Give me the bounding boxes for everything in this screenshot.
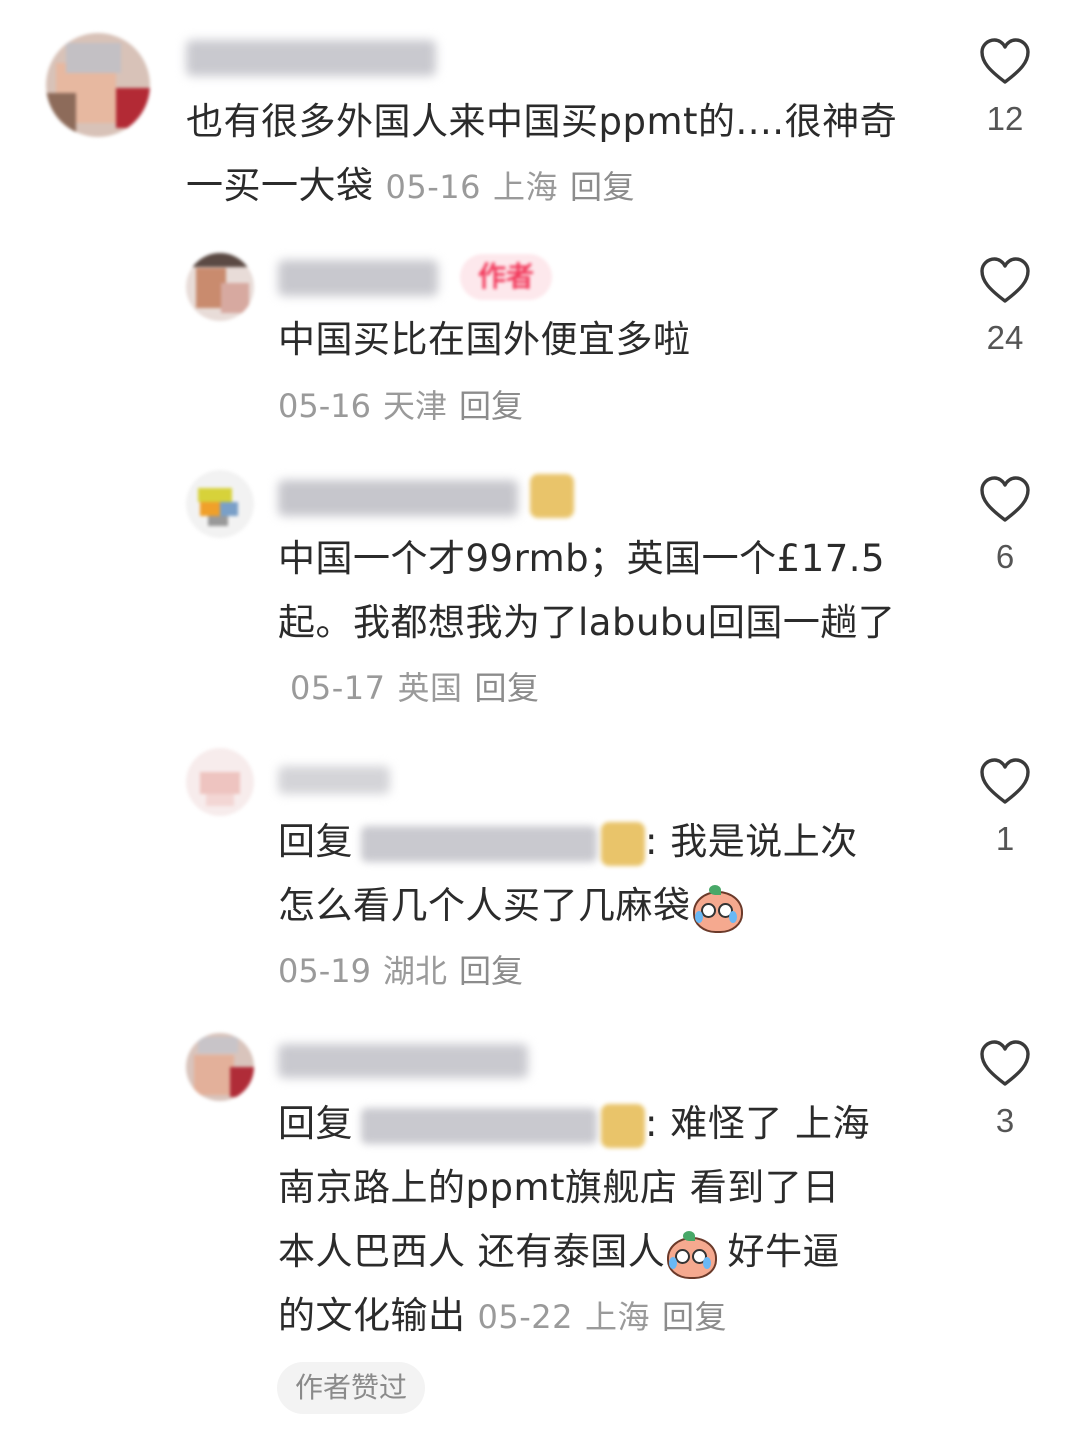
comment-content: 中国一个才99rmb；英国一个£17.5起。我都想我为了labubu回国一趟了 xyxy=(278,537,896,644)
comment-content: : 难怪了 上海 xyxy=(645,1102,870,1145)
like-button[interactable]: 24 xyxy=(975,257,1035,357)
comment-location: 湖北 xyxy=(382,952,447,990)
comment-content: : 我是说上次 xyxy=(645,820,858,863)
username-redacted[interactable] xyxy=(278,766,390,794)
emoji-redacted xyxy=(601,1103,645,1148)
loudly-crying-emoji-icon xyxy=(691,884,743,933)
author-badge: 作者 xyxy=(460,254,552,300)
avatar[interactable] xyxy=(186,748,254,816)
comment-text: 中国买比在国外便宜多啦 xyxy=(278,308,918,372)
comment-content: 中国买比在国外便宜多啦 xyxy=(278,318,691,361)
comment-content: 的文化输出 xyxy=(278,1294,466,1337)
comment-meta: 05-19 湖北 回复 xyxy=(278,951,535,991)
like-count: 3 xyxy=(995,1102,1015,1139)
reply-button[interactable]: 回复 xyxy=(459,387,523,425)
heart-outline-icon xyxy=(980,476,1030,522)
mentioned-user-redacted[interactable] xyxy=(361,1107,597,1144)
comment-location: 天津 xyxy=(382,387,447,425)
comment-meta: 05-16 天津 回复 xyxy=(278,386,535,426)
comment-location: 上海 xyxy=(492,168,558,206)
comment-text: 也有很多外国人来中国买ppmt的....很神奇 一买一大袋 05-16 上海 回复 xyxy=(186,90,926,219)
username-redacted[interactable] xyxy=(186,40,436,76)
like-count: 6 xyxy=(995,538,1015,575)
like-count: 1 xyxy=(995,820,1015,857)
comment-date: 05-16 xyxy=(385,168,481,206)
comment-content: 南京路上的ppmt旗舰店 看到了日 xyxy=(278,1166,840,1209)
comment-text: 中国一个才99rmb；英国一个£17.5起。我都想我为了labubu回国一趟了 0… xyxy=(278,527,928,720)
like-button[interactable]: 12 xyxy=(975,38,1035,138)
comment-content: 本人巴西人 还有泰国人 xyxy=(278,1230,666,1273)
like-count: 24 xyxy=(986,319,1024,356)
comment-location: 上海 xyxy=(584,1298,650,1336)
username-redacted[interactable] xyxy=(278,480,518,516)
like-button[interactable]: 1 xyxy=(975,758,1035,858)
reply-button[interactable]: 回复 xyxy=(662,1298,727,1336)
author-liked-badge: 作者赞过 xyxy=(277,1362,426,1414)
loudly-crying-emoji-icon xyxy=(665,1230,718,1279)
avatar[interactable] xyxy=(46,33,150,137)
avatar[interactable] xyxy=(186,1033,254,1101)
username-redacted[interactable] xyxy=(278,1044,528,1078)
reply-prefix: 回复 xyxy=(278,1102,353,1145)
comment-text: 回复 : 我是说上次怎么看几个人买了几麻袋 xyxy=(278,810,928,938)
comment-date: 05-17 xyxy=(290,669,386,707)
avatar[interactable] xyxy=(186,253,254,321)
comment-text: 回复 : 难怪了 上海南京路上的ppmt旗舰店 看到了日 本人巴西人 还有泰国人 好… xyxy=(278,1092,928,1349)
heart-outline-icon xyxy=(980,758,1030,804)
comment-date: 05-16 xyxy=(278,387,371,425)
heart-outline-icon xyxy=(980,38,1030,84)
comment-date: 05-19 xyxy=(278,952,371,990)
comment-date: 05-22 xyxy=(477,1298,573,1336)
like-button[interactable]: 6 xyxy=(975,476,1035,576)
reply-prefix: 回复 xyxy=(278,820,353,863)
comment-content: 好牛逼 xyxy=(727,1230,841,1273)
reply-button[interactable]: 回复 xyxy=(570,168,635,206)
like-count: 12 xyxy=(986,100,1024,137)
reply-button[interactable]: 回复 xyxy=(475,669,540,707)
heart-outline-icon xyxy=(980,1040,1030,1086)
comment-content: 怎么看几个人买了几麻袋 xyxy=(278,884,691,927)
reply-button[interactable]: 回复 xyxy=(459,952,523,990)
emoji-redacted xyxy=(530,474,574,518)
like-button[interactable]: 3 xyxy=(975,1040,1035,1140)
heart-outline-icon xyxy=(980,257,1030,303)
avatar[interactable] xyxy=(186,470,254,538)
mentioned-user-redacted[interactable] xyxy=(361,825,597,862)
emoji-redacted xyxy=(601,821,645,866)
comment-location: 英国 xyxy=(397,669,463,707)
username-redacted[interactable] xyxy=(278,260,438,296)
